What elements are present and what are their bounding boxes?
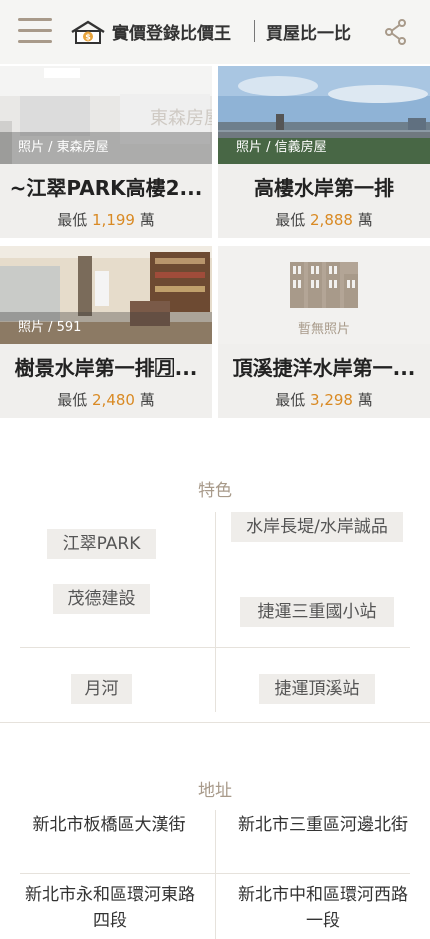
feature-tag[interactable]: 茂德建設 — [53, 584, 150, 614]
feature-tag[interactable]: 水岸長堤/水岸誠品 — [231, 512, 403, 542]
address-item[interactable]: 新北市板橋區大漢街 — [14, 812, 204, 838]
listing-name[interactable]: 頂溪捷洋水岸第一... — [218, 352, 430, 382]
listing-price: 最低 2,480 萬 — [0, 389, 212, 410]
listing-price: 最低 1,199 萬 — [0, 209, 212, 230]
address-item[interactable]: 新北市永和區環河東路四段 — [18, 882, 202, 934]
price-prefix: 最低 — [275, 391, 306, 409]
share-icon[interactable] — [384, 18, 408, 46]
header-tagline: 買屋比一比 — [266, 24, 351, 44]
feature-tag[interactable]: 捷運三重國小站 — [240, 597, 394, 627]
listing-photo-placeholder[interactable]: 暫無照片 — [218, 246, 430, 344]
address-item[interactable]: 新北市三重區河邊北街 — [232, 812, 414, 838]
price-prefix: 最低 — [57, 391, 88, 409]
listing-card[interactable]: 暫無照片 頂溪捷洋水岸第一... 最低 3,298 萬 — [218, 246, 430, 418]
svg-text:東森房屋: 東森房屋 — [150, 108, 212, 129]
price-value: 2,888 — [310, 211, 353, 229]
feature-tag[interactable]: 捷運頂溪站 — [259, 674, 375, 704]
address-divider-h — [20, 873, 410, 874]
app-header: $ 實價登錄比價王 買屋比一比 — [0, 0, 430, 64]
photo-source-badge: 照片 / 東森房屋 — [0, 132, 212, 164]
features-divider-h — [20, 647, 410, 648]
features-title: 特色 — [198, 481, 232, 501]
features-divider-v — [215, 512, 216, 712]
photo-source-badge: 照片 / 信義房屋 — [218, 132, 430, 164]
address-divider-v — [215, 810, 216, 939]
header-divider — [254, 20, 255, 42]
feature-tag[interactable]: 江翠PARK — [47, 529, 156, 559]
price-value: 3,298 — [310, 391, 353, 409]
listing-name[interactable]: ~江翠PARK高樓2... — [0, 172, 212, 202]
listing-card[interactable]: 東森房屋 照片 / 東森房屋 ~江翠PARK高樓2... 最低 1,199 萬 — [0, 66, 212, 238]
price-unit: 萬 — [357, 391, 373, 409]
address-item[interactable]: 新北市中和區環河西路一段 — [232, 882, 414, 934]
listing-price: 最低 2,888 萬 — [218, 209, 430, 230]
price-unit: 萬 — [139, 391, 155, 409]
no-photo-label: 暫無照片 — [297, 322, 350, 337]
price-prefix: 最低 — [57, 211, 88, 229]
brand-title: 實價登錄比價王 — [112, 24, 231, 44]
listing-card[interactable]: 照片 / 591 樹景水岸第一排🈷... 最低 2,480 萬 — [0, 246, 212, 418]
feature-tag[interactable]: 月河 — [71, 674, 132, 704]
price-unit: 萬 — [357, 211, 373, 229]
menu-icon[interactable] — [18, 18, 52, 46]
listing-name[interactable]: 樹景水岸第一排🈷... — [0, 352, 212, 382]
price-value: 1,199 — [92, 211, 135, 229]
photo-source-badge: 照片 / 591 — [0, 312, 212, 344]
listing-card[interactable]: 照片 / 信義房屋 高樓水岸第一排 最低 2,888 萬 — [218, 66, 430, 238]
price-unit: 萬 — [139, 211, 155, 229]
section-divider — [0, 722, 430, 723]
listing-name[interactable]: 高樓水岸第一排 — [218, 172, 430, 202]
listing-price: 最低 3,298 萬 — [218, 389, 430, 410]
price-value: 2,480 — [92, 391, 135, 409]
svg-text:$: $ — [85, 33, 91, 42]
house-logo-icon: $ — [71, 20, 105, 44]
address-title: 地址 — [198, 781, 232, 801]
price-prefix: 最低 — [275, 211, 306, 229]
